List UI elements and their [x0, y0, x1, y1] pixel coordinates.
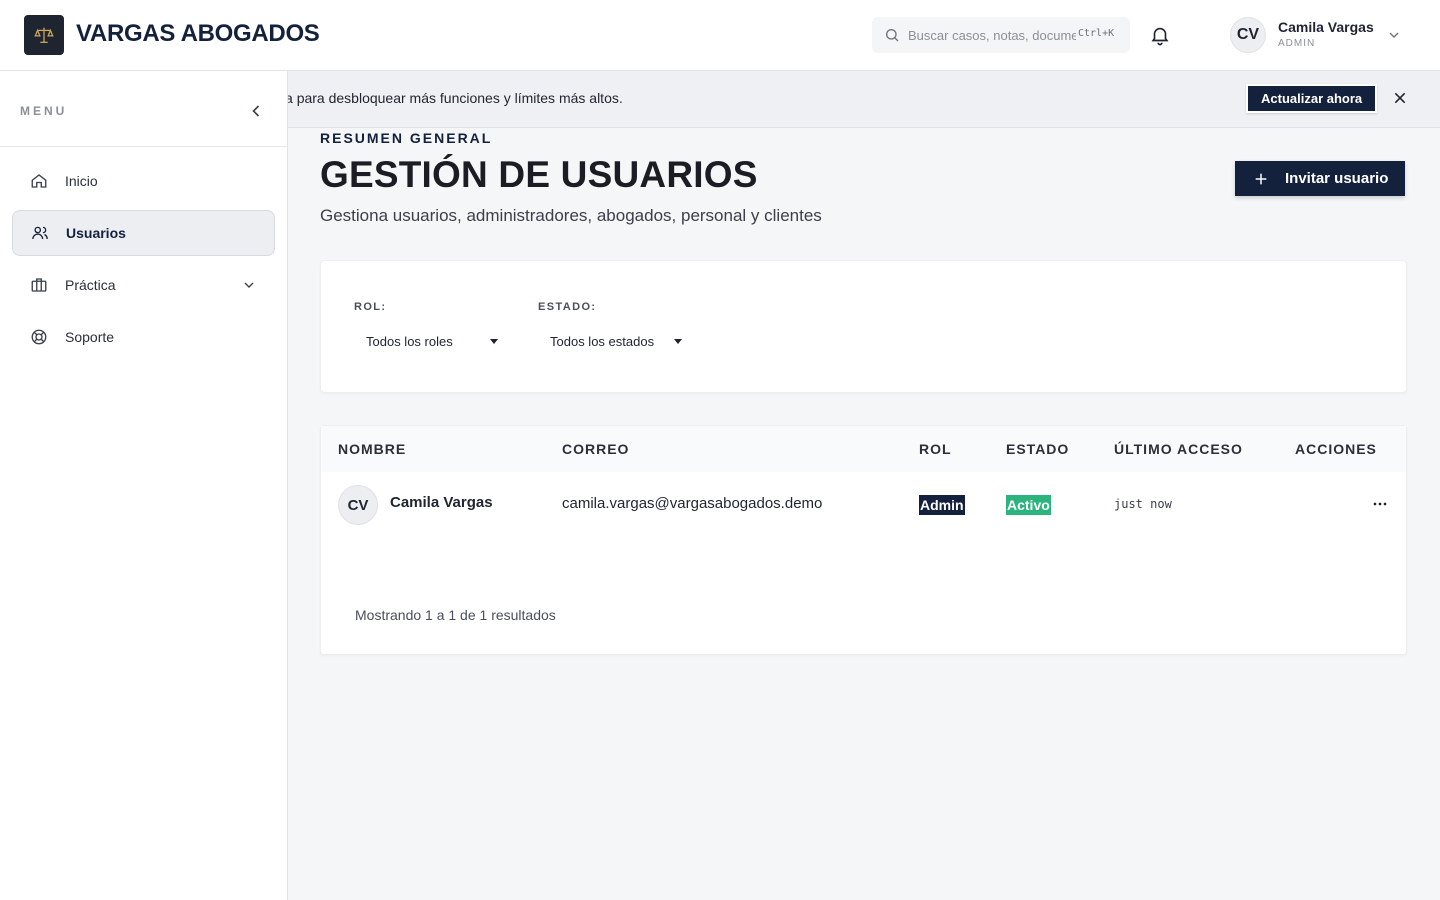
sidebar-item-usuarios[interactable]: Usuarios: [12, 210, 275, 256]
pagination-summary: Mostrando 1 a 1 de 1 resultados: [355, 607, 556, 623]
sidebar-item-inicio[interactable]: Inicio: [12, 158, 275, 204]
caret-down-icon: [490, 338, 498, 344]
user-name-cell[interactable]: Camila Vargas: [390, 494, 493, 511]
banner-text: Actualiza para desbloquear más funciones…: [288, 90, 623, 106]
briefcase-icon: [31, 278, 47, 292]
sidebar-item-label: Inicio: [65, 173, 98, 189]
home-icon: [31, 174, 47, 188]
last-access-cell: just now: [1114, 497, 1172, 511]
column-header-nombre[interactable]: NOMBRE: [338, 441, 406, 457]
caret-down-icon: [674, 338, 682, 344]
upgrade-button[interactable]: Actualizar ahora: [1246, 84, 1378, 113]
user-email-cell: camila.vargas@vargasabogados.demo: [562, 495, 823, 512]
column-header-estado[interactable]: ESTADO: [1006, 441, 1069, 457]
sidebar-item-label: Soporte: [65, 329, 115, 345]
user-role: ADMIN: [1278, 38, 1316, 49]
role-badge: Admin: [919, 495, 965, 515]
status-filter-value: Todos los estados: [550, 333, 655, 349]
status-filter-label: ESTADO:: [538, 301, 597, 313]
more-actions-icon[interactable]: [1370, 494, 1390, 514]
lifebuoy-icon: [31, 329, 47, 345]
page-subtitle: Gestiona usuarios, administradores, abog…: [320, 206, 822, 225]
close-icon[interactable]: [1392, 90, 1408, 106]
sidebar-item-label: Práctica: [65, 277, 116, 293]
page-eyebrow: RESUMEN GENERAL: [320, 130, 493, 146]
search-shortcut: Ctrl+K: [1078, 28, 1115, 39]
search-input[interactable]: [908, 27, 1076, 43]
column-header-acciones: ACCIONES: [1295, 441, 1377, 457]
chevron-down-icon[interactable]: [1386, 27, 1402, 43]
chevron-left-icon[interactable]: [246, 101, 266, 121]
page-title: GESTIÓN DE USUARIOS: [320, 154, 758, 195]
role-filter-value: Todos los roles: [366, 333, 453, 349]
status-filter-select[interactable]: Todos los estados: [550, 327, 682, 355]
role-filter-select[interactable]: Todos los roles: [366, 327, 498, 355]
upgrade-banner: Actualiza para desbloquear más funciones…: [288, 71, 1440, 128]
table-header: NOMBRE CORREO ROL ESTADO ÚLTIMO ACCESO A…: [321, 426, 1406, 472]
column-header-correo[interactable]: CORREO: [562, 441, 629, 457]
bell-icon[interactable]: [1149, 24, 1171, 46]
sidebar-item-label: Usuarios: [66, 225, 126, 241]
sidebar: MENU Inicio Usuarios Práctica Soporte: [0, 71, 288, 900]
user-name[interactable]: Camila Vargas: [1278, 19, 1374, 35]
user-avatar[interactable]: CV: [1230, 17, 1266, 53]
search-icon: [886, 29, 899, 42]
top-bar: VARGAS ABOGADOS Ctrl+K CV Camila Vargas …: [0, 0, 1440, 71]
sidebar-item-practica[interactable]: Práctica: [12, 262, 275, 308]
role-filter-label: ROL:: [354, 301, 387, 313]
column-header-rol[interactable]: ROL: [919, 441, 952, 457]
sidebar-item-soporte[interactable]: Soporte: [12, 314, 275, 360]
column-header-ultimo-acceso[interactable]: ÚLTIMO ACCESO: [1114, 441, 1243, 457]
filters-card: ROL: Todos los roles ESTADO: Todos los e…: [320, 260, 1407, 393]
users-table: NOMBRE CORREO ROL ESTADO ÚLTIMO ACCESO A…: [320, 425, 1407, 655]
sidebar-header: MENU: [0, 71, 287, 147]
status-badge: Activo: [1006, 495, 1051, 515]
users-icon: [32, 226, 48, 240]
brand-name: VARGAS ABOGADOS: [76, 20, 320, 47]
search-bar[interactable]: Ctrl+K: [872, 17, 1130, 53]
logo[interactable]: [24, 15, 64, 55]
invite-button-label: Invitar usuario: [1285, 170, 1389, 187]
invite-user-button[interactable]: Invitar usuario: [1235, 161, 1405, 196]
plus-icon: [1255, 173, 1267, 184]
menu-label: MENU: [20, 104, 68, 118]
avatar: CV: [338, 485, 378, 525]
scales-icon: [34, 27, 54, 43]
chevron-down-icon[interactable]: [241, 277, 257, 293]
